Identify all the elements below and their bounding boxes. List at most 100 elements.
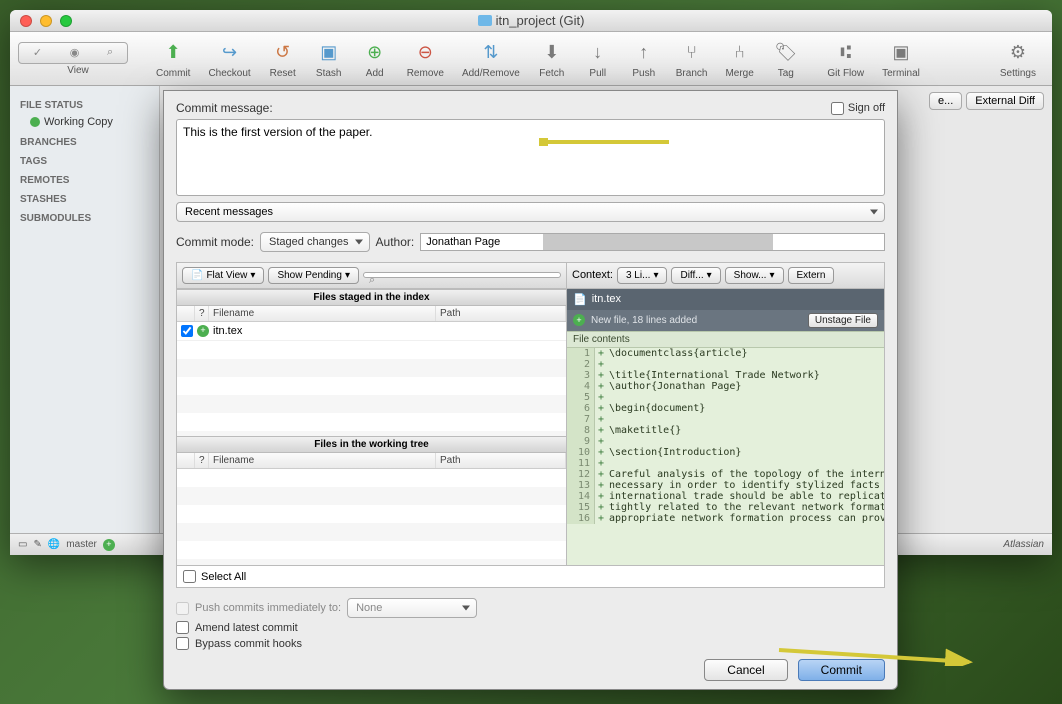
- status-dot-icon: [30, 117, 40, 127]
- view-segmented-control[interactable]: ✓◉⌕: [18, 42, 128, 64]
- diff-line: 9+: [567, 436, 884, 447]
- diff-line: 15+tightly related to the relevant netwo…: [567, 502, 884, 513]
- sidebar-header-tags[interactable]: TAGS: [10, 150, 159, 169]
- show-pending-dropdown[interactable]: Show Pending ▾: [268, 267, 359, 284]
- diff-file-status: + New file, 18 lines added Unstage File: [567, 310, 884, 331]
- window-title: itn_project (Git): [10, 13, 1052, 28]
- diff-body[interactable]: 1+\documentclass{article}2+3+\title{Inte…: [567, 348, 884, 565]
- author-email-redacted: [543, 234, 773, 250]
- reset-button[interactable]: ↺Reset: [261, 37, 305, 81]
- titlebar: itn_project (Git): [10, 10, 1052, 32]
- staged-column-header: ?FilenamePath: [177, 306, 566, 322]
- context-lines-dropdown[interactable]: 3 Li... ▾: [617, 267, 668, 284]
- author-label: Author:: [376, 235, 415, 249]
- toolbar: ✓◉⌕ View ⬆Commit ↪Checkout ↺Reset ▣Stash…: [10, 32, 1052, 86]
- cancel-button[interactable]: Cancel: [704, 659, 787, 681]
- push-button[interactable]: ↑Push: [622, 37, 666, 81]
- added-icon: +: [573, 314, 585, 326]
- merge-button[interactable]: ⑃Merge: [717, 37, 761, 81]
- brand-label: Atlassian: [1003, 539, 1044, 550]
- diff-options-dropdown[interactable]: Diff... ▾: [671, 267, 720, 284]
- diff-line: 16+appropriate network formation process…: [567, 513, 884, 524]
- diff-line: 6+\begin{document}: [567, 403, 884, 414]
- sidebar-header-remotes[interactable]: REMOTES: [10, 169, 159, 188]
- terminal-button[interactable]: ▣Terminal: [874, 37, 928, 81]
- sidebar: FILE STATUS Working Copy BRANCHES TAGS R…: [10, 86, 160, 555]
- truncated-dropdown[interactable]: e...: [929, 92, 962, 110]
- remove-button[interactable]: ⊖Remove: [399, 37, 452, 81]
- staged-file-row[interactable]: + itn.tex: [177, 322, 566, 341]
- stash-button[interactable]: ▣Stash: [307, 37, 351, 81]
- push-target-dropdown[interactable]: None: [347, 598, 477, 618]
- external-diff-button[interactable]: External Diff: [966, 92, 1044, 110]
- sidebar-header-branches[interactable]: BRANCHES: [10, 131, 159, 150]
- bypass-hooks-label: Bypass commit hooks: [195, 638, 302, 650]
- diff-pane: Context: 3 Li... ▾ Diff... ▾ Show... ▾ E…: [567, 263, 884, 565]
- commit-mode-dropdown[interactable]: Staged changes: [260, 232, 370, 252]
- commit-button[interactable]: Commit: [798, 659, 885, 681]
- sidebar-item-working-copy[interactable]: Working Copy: [10, 113, 159, 131]
- author-input[interactable]: [421, 234, 542, 250]
- diff-line: 7+: [567, 414, 884, 425]
- show-options-dropdown[interactable]: Show... ▾: [725, 267, 784, 284]
- diff-line: 8+\maketitle{}: [567, 425, 884, 436]
- added-icon: +: [197, 325, 209, 337]
- diff-line: 12+Careful analysis of the topology of t…: [567, 469, 884, 480]
- layout-toggle-icon[interactable]: ▭: [18, 539, 27, 550]
- file-search-input[interactable]: [363, 272, 561, 278]
- file-icon: 📄: [573, 293, 587, 306]
- diff-line: 14+international trade should be able to…: [567, 491, 884, 502]
- sidebar-header-stashes[interactable]: STASHES: [10, 188, 159, 207]
- commit-button[interactable]: ⬆Commit: [148, 37, 198, 81]
- flat-view-dropdown[interactable]: 📄 Flat View ▾: [182, 267, 264, 284]
- diff-line: 4+\author{Jonathan Page}: [567, 381, 884, 392]
- edit-icon[interactable]: ✎: [33, 539, 41, 550]
- pull-button[interactable]: ↓Pull: [576, 37, 620, 81]
- commit-message-label: Commit message:: [176, 101, 273, 115]
- staged-empty-rows: [177, 341, 566, 437]
- folder-icon: [478, 15, 492, 26]
- select-all-checkbox[interactable]: [183, 570, 196, 583]
- sign-off-checkbox[interactable]: Sign off: [831, 102, 885, 115]
- globe-icon[interactable]: 🌐: [48, 539, 60, 550]
- diff-line: 2+: [567, 359, 884, 370]
- push-immediately-checkbox[interactable]: [176, 602, 189, 615]
- unstage-file-button[interactable]: Unstage File: [808, 313, 878, 328]
- diff-line: 11+: [567, 458, 884, 469]
- gitflow-button[interactable]: ⑆Git Flow: [819, 37, 872, 81]
- diff-line: 10+\section{Introduction}: [567, 447, 884, 458]
- context-label: Context:: [572, 269, 613, 281]
- sidebar-header-filestatus: FILE STATUS: [10, 94, 159, 113]
- diff-line: 1+\documentclass{article}: [567, 348, 884, 359]
- working-column-header: ?FilenamePath: [177, 453, 566, 469]
- settings-button[interactable]: ⚙Settings: [992, 37, 1044, 81]
- plus-icon[interactable]: +: [103, 539, 115, 551]
- working-empty-rows: [177, 469, 566, 565]
- sidebar-header-submodules[interactable]: SUBMODULES: [10, 207, 159, 226]
- diff-line: 3+\title{International Trade Network}: [567, 370, 884, 381]
- bypass-hooks-checkbox[interactable]: [176, 637, 189, 650]
- file-name: itn.tex: [213, 325, 242, 337]
- add-remove-button[interactable]: ⇅Add/Remove: [454, 37, 528, 81]
- working-files-header: Files in the working tree: [177, 436, 566, 453]
- select-all-row[interactable]: Select All: [176, 566, 885, 588]
- commit-dialog: Commit message: Sign off Recent messages…: [163, 90, 898, 690]
- commit-mode-label: Commit mode:: [176, 235, 254, 249]
- fetch-button[interactable]: ⬇Fetch: [530, 37, 574, 81]
- add-button[interactable]: ⊕Add: [353, 37, 397, 81]
- tag-button[interactable]: 🏷Tag: [764, 37, 808, 81]
- branch-button[interactable]: ⑂Branch: [668, 37, 716, 81]
- external-diff-mini-button[interactable]: Extern: [788, 267, 835, 284]
- files-pane: 📄 Flat View ▾ Show Pending ▾ Files stage…: [177, 263, 567, 565]
- file-checkbox[interactable]: [181, 325, 193, 337]
- checkout-button[interactable]: ↪Checkout: [200, 37, 258, 81]
- diff-line: 5+: [567, 392, 884, 403]
- recent-messages-dropdown[interactable]: Recent messages: [176, 202, 885, 222]
- view-label: View: [67, 65, 89, 76]
- file-contents-header: File contents: [567, 331, 884, 348]
- commit-message-input[interactable]: [176, 119, 885, 196]
- gear-icon: ⚙: [1004, 39, 1032, 67]
- branch-label: master: [66, 539, 97, 550]
- amend-checkbox[interactable]: [176, 621, 189, 634]
- push-immediately-label: Push commits immediately to:: [195, 602, 341, 614]
